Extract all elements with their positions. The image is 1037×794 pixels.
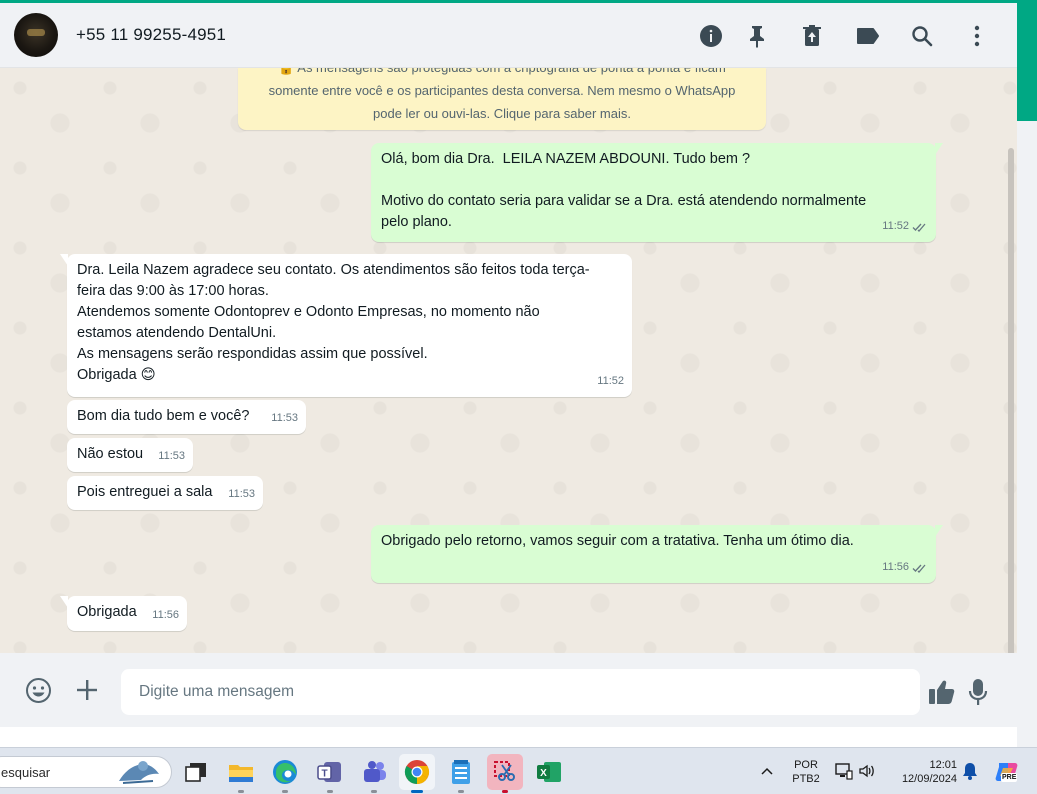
task-view-icon[interactable]	[178, 754, 214, 790]
encryption-notice-line: pode ler ou ouvi-las. Clique para saber …	[373, 106, 631, 121]
attach-plus-icon[interactable]	[74, 677, 100, 703]
running-indicator	[282, 790, 288, 793]
message-bubble-incoming[interactable]: Bom dia tudo bem e você? 11:53	[67, 400, 306, 434]
encryption-notice[interactable]: 🔒 As mensagens são protegidas com a crip…	[238, 68, 766, 130]
message-meta: 11:53	[271, 408, 298, 429]
notification-bell-icon[interactable]	[962, 762, 978, 785]
message-text: Dra. Leila Nazem agradece seu contato. O…	[77, 262, 590, 383]
show-hidden-icons-chevron-icon[interactable]	[760, 763, 774, 781]
copilot-badge: PRE	[1001, 773, 1018, 782]
pin-icon[interactable]	[744, 23, 770, 49]
message-meta: 11:56	[882, 557, 928, 578]
language-line: PTB2	[792, 773, 820, 785]
running-indicator	[458, 790, 464, 793]
clock-time: 12:01	[929, 759, 957, 771]
message-time: 11:56	[152, 609, 179, 621]
volume-icon[interactable]	[858, 762, 876, 785]
message-input[interactable]	[121, 669, 920, 715]
message-meta: 11:56	[152, 605, 179, 626]
encryption-notice-line: 🔒 As mensagens são protegidas com a crip…	[256, 68, 748, 79]
bubble-tail	[935, 143, 943, 155]
contact-name[interactable]: +55 11 99255-4951	[76, 25, 226, 45]
emoji-icon[interactable]	[24, 676, 52, 704]
bubble-tail	[60, 596, 68, 608]
running-indicator	[371, 790, 377, 793]
window-edge-accent	[1017, 0, 1037, 121]
language-line: POR	[794, 759, 818, 771]
message-meta: 11:52	[597, 371, 624, 392]
message-bubble-outgoing[interactable]: Obrigado pelo retorno, vamos seguir com …	[371, 525, 943, 583]
message-bubble-outgoing[interactable]: Olá, bom dia Dra. LEILA NAZEM ABDOUNI. T…	[371, 143, 943, 242]
teams-icon[interactable]	[356, 754, 392, 793]
delete-icon[interactable]	[799, 23, 825, 49]
message-time: 11:53	[271, 412, 298, 424]
microphone-icon[interactable]	[965, 677, 991, 707]
bubble-tail	[60, 254, 68, 266]
encryption-notice-line: somente entre você e os participantes de…	[268, 83, 736, 98]
chat-header: +55 11 99255-4951	[0, 3, 1017, 68]
message-bubble-incoming[interactable]: Pois entreguei a sala 11:53	[67, 476, 263, 510]
svg-text:X: X	[540, 768, 547, 779]
message-bubble-incoming[interactable]: Obrigada 11:56	[60, 596, 187, 631]
message-text: Bom dia tudo bem e você?	[77, 408, 250, 424]
message-composer	[0, 653, 1017, 727]
running-indicator	[238, 790, 244, 793]
menu-icon[interactable]	[964, 23, 990, 49]
search-icon[interactable]	[909, 23, 935, 49]
message-time: 11:53	[228, 488, 255, 500]
avatar[interactable]	[14, 13, 58, 57]
chrome-icon[interactable]	[399, 754, 435, 793]
message-time: 11:52	[597, 375, 624, 387]
message-text: Pois entreguei a sala	[77, 484, 213, 500]
network-icon[interactable]	[835, 762, 853, 785]
search-highlight-icon	[119, 761, 159, 784]
message-time: 11:52	[882, 220, 909, 232]
teams-work-icon[interactable]: T	[312, 754, 348, 793]
message-meta: 11:53	[158, 446, 185, 467]
message-meta: 11:53	[228, 484, 255, 505]
chat-area[interactable]: 🔒 As mensagens são protegidas com a crip…	[0, 68, 1017, 653]
read-ticks-icon	[912, 223, 926, 232]
svg-text:T: T	[321, 769, 327, 780]
message-time: 11:56	[882, 561, 909, 573]
system-clock[interactable]: 12:01 12/09/2024	[887, 758, 957, 786]
info-icon[interactable]	[698, 23, 724, 49]
chat-scrollbar[interactable]	[1008, 148, 1014, 653]
bubble-tail	[935, 525, 943, 537]
running-indicator	[502, 790, 508, 793]
language-indicator[interactable]: POR PTB2	[786, 758, 826, 786]
excel-icon[interactable]: X	[531, 754, 567, 790]
notepad-icon[interactable]	[443, 754, 479, 793]
message-meta: 11:52	[882, 216, 928, 237]
clock-date: 12/09/2024	[901, 773, 957, 785]
label-icon[interactable]	[855, 23, 881, 49]
taskbar-search-text: esquisar	[1, 764, 51, 780]
taskbar-search[interactable]: esquisar	[0, 756, 172, 788]
read-ticks-icon	[912, 564, 926, 573]
message-bubble-incoming[interactable]: Dra. Leila Nazem agradece seu contato. O…	[60, 254, 632, 397]
edge-icon[interactable]	[267, 754, 303, 793]
running-indicator	[411, 790, 423, 793]
file-explorer-icon[interactable]	[223, 754, 259, 793]
snipping-tool-icon[interactable]	[487, 754, 523, 793]
window-bottom	[0, 727, 1017, 747]
message-bubble-incoming[interactable]: Não estou 11:53	[67, 438, 193, 472]
window-edge	[1017, 121, 1037, 747]
message-time: 11:53	[158, 450, 185, 462]
copilot-icon[interactable]: PRE	[994, 759, 1020, 785]
message-text: Olá, bom dia Dra. LEILA NAZEM ABDOUNI. T…	[381, 151, 867, 230]
windows-taskbar: esquisar T X POR PTB2 12:01 12/09/2024 P…	[0, 747, 1037, 794]
running-indicator	[327, 790, 333, 793]
message-text: Obrigado pelo retorno, vamos seguir com …	[381, 533, 854, 549]
thumbs-up-icon[interactable]	[927, 678, 957, 706]
